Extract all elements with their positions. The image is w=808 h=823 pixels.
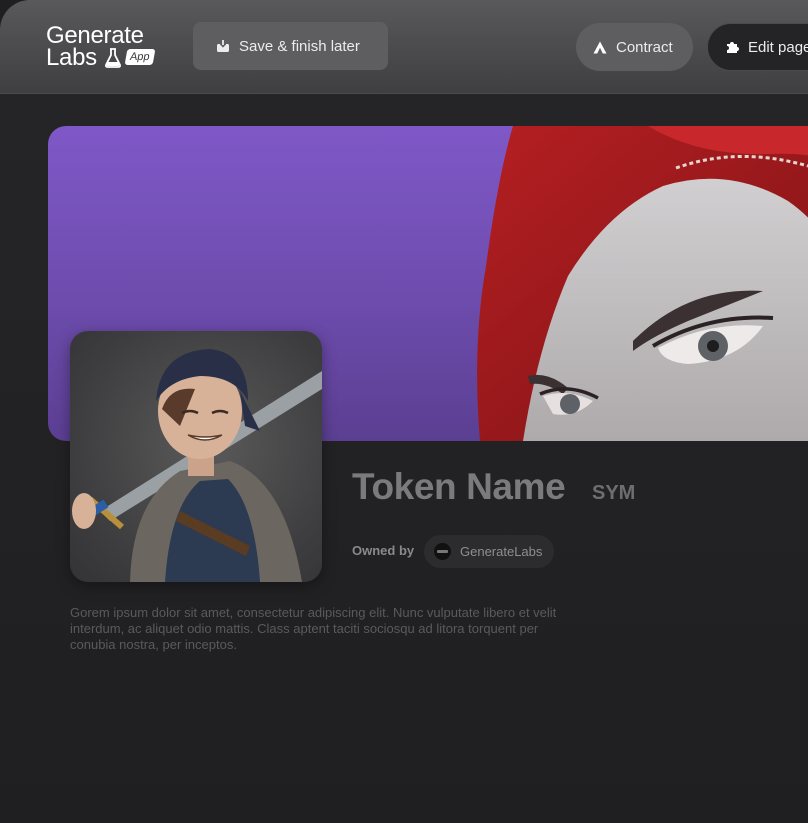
token-name: Token Name [352,466,566,507]
character-artwork [72,349,322,582]
download-box-icon [216,39,230,53]
triangle-icon [593,41,607,54]
owned-by-label: Owned by [352,543,415,558]
logo-text-labs: Labs [46,44,97,71]
token-image[interactable] [70,331,322,582]
top-bar: Generate Labs App Save & finish later Co… [0,0,808,94]
logo[interactable]: Generate Labs App [46,24,171,74]
save-finish-later-button[interactable]: Save & finish later [193,22,388,70]
flask-icon [105,48,121,68]
edit-page-label: Edit page [748,38,808,56]
owner-avatar [434,543,451,560]
save-button-label: Save & finish later [239,37,360,55]
logo-app-badge: App [124,49,155,65]
contract-button[interactable]: Contract [576,23,693,71]
token-description: Gorem ipsum dolor sit amet, consectetur … [70,605,557,652]
owner-chip[interactable]: GenerateLabs [424,535,555,568]
edit-page-button[interactable]: Edit page [707,23,808,71]
token-symbol: SYM [592,482,636,504]
puzzle-icon [725,40,739,54]
contract-button-label: Contract [616,38,673,56]
page: Generate Labs App Save & finish later Co… [0,0,808,823]
owner-name: GenerateLabs [460,544,543,559]
